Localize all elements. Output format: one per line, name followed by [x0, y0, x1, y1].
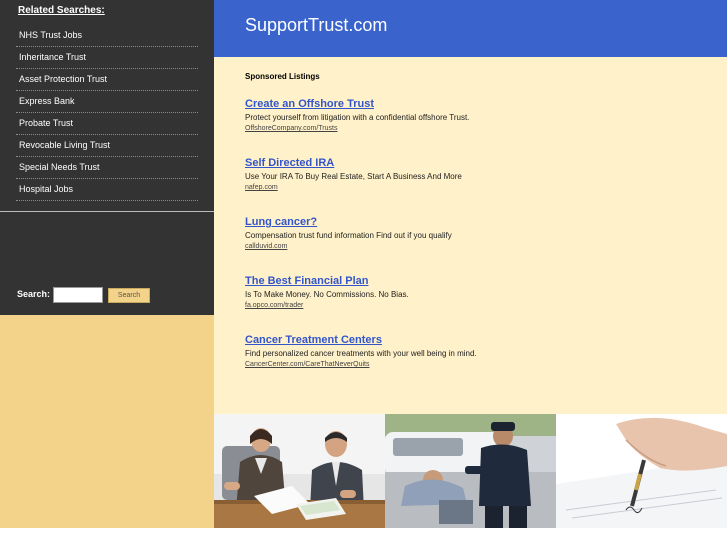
site-title: SupportTrust.com	[245, 15, 388, 35]
listing-description: Protect yourself from litigation with a …	[245, 113, 470, 122]
listing: The Best Financial Plan Is To Make Money…	[245, 275, 705, 311]
listing-url-link[interactable]: fa.opco.com/trader	[245, 300, 705, 311]
related-link-revocable-living-trust[interactable]: Revocable Living Trust	[16, 135, 198, 157]
page-footer	[0, 528, 727, 545]
listing-description: Compensation trust fund information Find…	[245, 231, 452, 240]
sponsored-listings-heading: Sponsored Listings	[245, 72, 320, 81]
police-arrest-illustration	[385, 414, 556, 528]
office-meeting-photo	[214, 414, 385, 528]
listing-url-link[interactable]: CancerCenter.com/CareThatNeverQuits	[245, 359, 705, 370]
listing: Lung cancer? Compensation trust fund inf…	[245, 216, 705, 252]
police-arrest-photo	[385, 414, 556, 528]
sponsored-listings-panel: Sponsored Listings Create an Offshore Tr…	[214, 57, 727, 414]
related-link-inheritance-trust[interactable]: Inheritance Trust	[16, 47, 198, 69]
photo-strip	[214, 414, 727, 528]
related-link-special-needs-trust[interactable]: Special Needs Trust	[16, 157, 198, 179]
listing-title-link[interactable]: The Best Financial Plan	[245, 275, 705, 288]
listing-description: Find personalized cancer treatments with…	[245, 349, 477, 358]
listing-title-link[interactable]: Lung cancer?	[245, 216, 705, 229]
related-link-probate-trust[interactable]: Probate Trust	[16, 113, 198, 135]
related-link-nhs-trust-jobs[interactable]: NHS Trust Jobs	[16, 25, 198, 47]
listing-title-link[interactable]: Cancer Treatment Centers	[245, 334, 705, 347]
listing: Self Directed IRA Use Your IRA To Buy Re…	[245, 157, 705, 193]
site-header: SupportTrust.com	[214, 0, 727, 57]
listing-url-link[interactable]: nafep.com	[245, 182, 705, 193]
listing-description: Use Your IRA To Buy Real Estate, Start A…	[245, 172, 462, 181]
sidebar-divider	[0, 211, 214, 212]
listing: Cancer Treatment Centers Find personaliz…	[245, 334, 705, 370]
office-meeting-illustration	[214, 414, 385, 528]
listing-url-link[interactable]: OffshoreCompany.com/Trusts	[245, 123, 705, 134]
sidebar-bottom-panel	[0, 315, 214, 528]
listing-title-link[interactable]: Create an Offshore Trust	[245, 98, 705, 111]
signing-document-illustration	[556, 414, 727, 528]
related-link-hospital-jobs[interactable]: Hospital Jobs	[16, 179, 198, 201]
listing-title-link[interactable]: Self Directed IRA	[245, 157, 705, 170]
related-link-asset-protection-trust[interactable]: Asset Protection Trust	[16, 69, 198, 91]
listing: Create an Offshore Trust Protect yoursel…	[245, 98, 705, 134]
listing-url-link[interactable]: callduvid.com	[245, 241, 705, 252]
sidebar: Related Searches: NHS Trust Jobs Inherit…	[0, 0, 214, 315]
related-searches-list: NHS Trust Jobs Inheritance Trust Asset P…	[16, 25, 198, 201]
signing-document-photo	[556, 414, 727, 528]
search-input[interactable]	[53, 287, 103, 303]
search-label: Search:	[17, 289, 51, 299]
listing-description: Is To Make Money. No Commissions. No Bia…	[245, 290, 409, 299]
search-button[interactable]: Search	[108, 288, 150, 303]
related-link-express-bank[interactable]: Express Bank	[16, 91, 198, 113]
related-searches-heading: Related Searches:	[18, 5, 105, 16]
